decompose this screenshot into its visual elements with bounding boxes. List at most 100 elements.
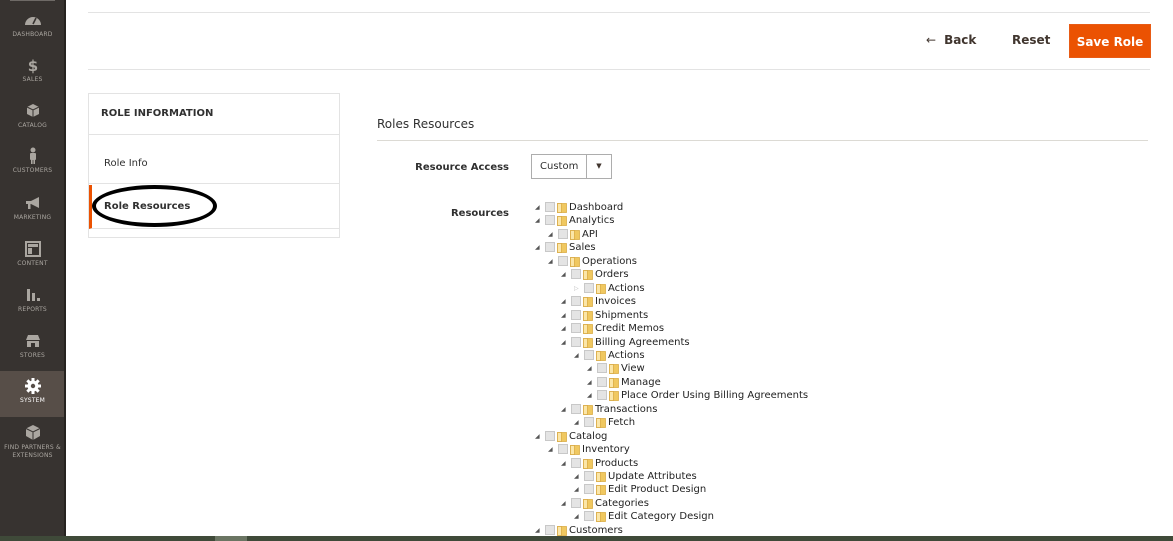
tree-checkbox[interactable] bbox=[584, 417, 594, 428]
tree-node-label[interactable]: Place Order Using Billing Agreements bbox=[621, 390, 808, 401]
tree-node-label[interactable]: Sales bbox=[569, 242, 596, 253]
tree-expanded-icon[interactable]: ◢ bbox=[535, 241, 545, 254]
tree-expanded-icon[interactable]: ◢ bbox=[561, 497, 571, 510]
tree-node-label[interactable]: Edit Product Design bbox=[608, 484, 706, 495]
tree-checkbox[interactable] bbox=[584, 471, 594, 481]
tree-node-label[interactable]: Catalog bbox=[569, 431, 607, 442]
tree-checkbox[interactable] bbox=[545, 202, 555, 212]
tree-node-label[interactable]: Shipments bbox=[595, 310, 648, 321]
sidebar-item-marketing[interactable]: MARKETING bbox=[0, 193, 65, 239]
tree-node-label[interactable]: Inventory bbox=[582, 444, 630, 455]
tree-checkbox[interactable] bbox=[558, 255, 568, 266]
header-divider bbox=[88, 12, 1150, 13]
tree-node-label[interactable]: Fetch bbox=[608, 417, 635, 428]
tree-checkbox[interactable] bbox=[584, 282, 594, 293]
tree-expanded-icon[interactable]: ◢ bbox=[561, 268, 571, 281]
tree-checkbox[interactable] bbox=[558, 228, 568, 239]
tree-node-label[interactable]: Update Attributes bbox=[608, 471, 697, 482]
tree-expanded-icon[interactable]: ◢ bbox=[587, 362, 597, 375]
tree-checkbox[interactable] bbox=[545, 430, 555, 441]
tree-node-label[interactable]: View bbox=[621, 363, 645, 374]
tree-node-label[interactable]: Actions bbox=[608, 283, 645, 294]
tree-node-label[interactable]: Manage bbox=[621, 377, 661, 388]
tree-expanded-icon[interactable]: ◢ bbox=[561, 457, 571, 470]
tree-expanded-icon[interactable]: ◢ bbox=[548, 228, 558, 241]
reset-button[interactable]: Reset bbox=[1012, 33, 1050, 47]
tree-checkbox[interactable] bbox=[571, 336, 581, 347]
arrow-left-icon: ← bbox=[926, 33, 937, 47]
tree-node-label[interactable]: Products bbox=[595, 458, 638, 469]
tree-node-label[interactable]: Invoices bbox=[595, 296, 636, 307]
tree-checkbox[interactable] bbox=[597, 376, 607, 387]
tree-node-label[interactable]: Dashboard bbox=[569, 202, 623, 213]
tree-checkbox[interactable] bbox=[571, 296, 581, 307]
tab-role-resources[interactable]: Role Resources bbox=[89, 185, 339, 229]
tree-checkbox[interactable] bbox=[571, 309, 581, 320]
tree-expanded-icon[interactable]: ◢ bbox=[574, 483, 584, 496]
tree-node-label[interactable]: Analytics bbox=[569, 215, 614, 226]
tree-node-label[interactable]: Actions bbox=[608, 350, 645, 361]
tree-node-label[interactable]: Customers bbox=[569, 525, 623, 536]
tree-expanded-icon[interactable]: ◢ bbox=[587, 389, 597, 402]
sidebar-item-dashboard[interactable]: DASHBOARD bbox=[0, 10, 65, 56]
sidebar-item-find-partners[interactable]: FIND PARTNERS & EXTENSIONS bbox=[0, 423, 65, 463]
tree-node-label[interactable]: Operations bbox=[582, 256, 637, 267]
tree-checkbox[interactable] bbox=[571, 269, 581, 280]
tree-expanded-icon[interactable]: ◢ bbox=[561, 295, 571, 308]
resource-access-select[interactable]: Custom ▼ bbox=[531, 154, 612, 179]
tree-checkbox[interactable] bbox=[545, 524, 555, 535]
tree-checkbox[interactable] bbox=[571, 457, 581, 468]
folder-icon bbox=[583, 498, 593, 509]
tree-expanded-icon[interactable]: ◢ bbox=[548, 443, 558, 456]
tab-role-info[interactable]: Role Info bbox=[89, 136, 339, 184]
sidebar-item-catalog[interactable]: CATALOG bbox=[0, 101, 65, 147]
tree-expanded-icon[interactable]: ◢ bbox=[574, 349, 584, 362]
tree-expanded-icon[interactable]: ◢ bbox=[535, 430, 545, 443]
scrollbar-thumb[interactable] bbox=[215, 536, 247, 541]
tree-expanded-icon[interactable]: ◢ bbox=[574, 510, 584, 523]
tree-node: ◢ API bbox=[548, 228, 598, 241]
tree-node: ◢ Categories bbox=[561, 497, 649, 510]
tree-node-label[interactable]: API bbox=[582, 229, 598, 240]
tree-checkbox[interactable] bbox=[584, 511, 594, 522]
tree-checkbox[interactable] bbox=[571, 403, 581, 414]
tree-checkbox[interactable] bbox=[597, 363, 607, 374]
tree-checkbox[interactable] bbox=[545, 215, 555, 226]
tree-expanded-icon[interactable]: ◢ bbox=[574, 416, 584, 429]
tree-expanded-icon[interactable]: ◢ bbox=[561, 309, 571, 322]
tree-node-label[interactable]: Transactions bbox=[595, 404, 657, 415]
folder-icon bbox=[583, 296, 593, 307]
sidebar-item-system[interactable]: SYSTEM bbox=[0, 371, 65, 417]
save-role-button[interactable]: Save Role bbox=[1069, 24, 1151, 58]
tree-checkbox[interactable] bbox=[584, 349, 594, 360]
sidebar-item-reports[interactable]: REPORTS bbox=[0, 285, 65, 331]
tree-checkbox[interactable] bbox=[571, 497, 581, 508]
tree-expanded-icon[interactable]: ◢ bbox=[574, 470, 584, 483]
tree-node-label[interactable]: Orders bbox=[595, 269, 629, 280]
tree-node-label[interactable]: Credit Memos bbox=[595, 323, 664, 334]
tree-node-label[interactable]: Edit Category Design bbox=[608, 511, 714, 522]
sidebar-item-customers[interactable]: CUSTOMERS bbox=[0, 146, 65, 192]
tree-node-label[interactable]: Categories bbox=[595, 498, 649, 509]
back-button[interactable]: ← Back bbox=[926, 33, 976, 47]
tree-expanded-icon[interactable]: ◢ bbox=[561, 403, 571, 416]
tree-expanded-icon[interactable]: ◢ bbox=[561, 336, 571, 349]
tree-expanded-icon[interactable]: ◢ bbox=[587, 376, 597, 389]
sidebar-item-sales[interactable]: $ SALES bbox=[0, 55, 65, 101]
tree-checkbox[interactable] bbox=[558, 444, 568, 455]
horizontal-scrollbar[interactable] bbox=[0, 536, 1173, 541]
tree-expanded-icon[interactable]: ◢ bbox=[561, 322, 571, 335]
tree-checkbox[interactable] bbox=[571, 323, 581, 334]
tree-node: ◢ Dashboard bbox=[535, 201, 623, 214]
tree-node-label[interactable]: Billing Agreements bbox=[595, 337, 690, 348]
tree-checkbox[interactable] bbox=[584, 484, 594, 495]
tree-expanded-icon[interactable]: ◢ bbox=[535, 214, 545, 227]
tree-expanded-icon[interactable]: ◢ bbox=[548, 255, 558, 268]
tree-expanded-icon[interactable]: ◢ bbox=[535, 201, 545, 214]
folder-icon bbox=[583, 337, 593, 348]
tree-checkbox[interactable] bbox=[597, 390, 607, 401]
tree-checkbox[interactable] bbox=[545, 242, 555, 253]
sidebar-item-content[interactable]: CONTENT bbox=[0, 239, 65, 285]
tree-collapsed-icon[interactable]: ▷ bbox=[574, 282, 584, 295]
tree-expanded-icon[interactable]: ◢ bbox=[535, 524, 545, 537]
